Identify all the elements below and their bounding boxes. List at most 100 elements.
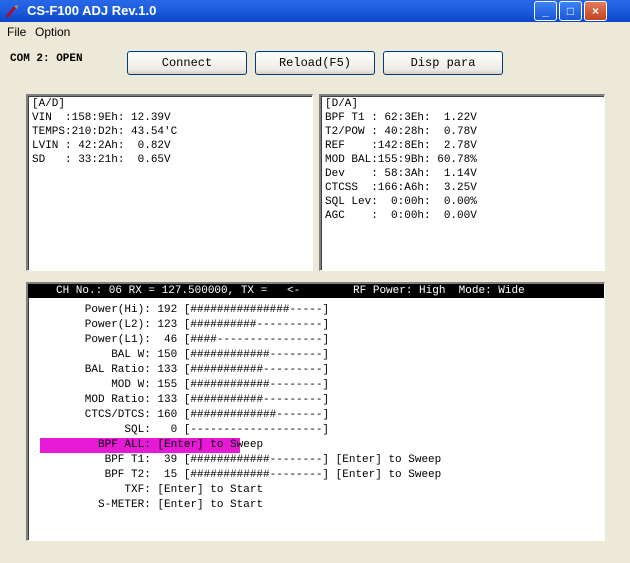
- param-value: 15: [164, 469, 178, 481]
- title-bar[interactable]: CS-F100 ADJ Rev.1.0 _ □ ×: [0, 0, 630, 22]
- param-gap: [177, 469, 184, 481]
- param-label: CTCS/DTCS: [84, 409, 145, 421]
- da-line: [D/A]: [325, 98, 359, 110]
- param-bar: [##########----------]: [183, 319, 330, 331]
- maximize-icon: □: [566, 4, 575, 18]
- param-colon: :: [144, 319, 151, 331]
- param-label: BPF T2: [104, 469, 145, 481]
- param-row[interactable]: TXF: [Enter] to Start: [124, 483, 263, 498]
- ad-line: SD : 33:21h: 0.65V: [32, 154, 171, 166]
- param-row[interactable]: Power(L1): 46 [####----------------]: [85, 333, 329, 348]
- param-row[interactable]: BPF T2: 15 [############--------] [Enter]…: [105, 468, 442, 483]
- da-panel: [D/A] BPF T1 : 62:3Eh: 1.22V T2/POW : 40…: [319, 94, 605, 271]
- param-gap: [177, 424, 184, 436]
- param-row[interactable]: SQL: 0 [--------------------]: [124, 423, 329, 438]
- minimize-icon: _: [542, 4, 549, 18]
- close-button[interactable]: ×: [584, 1, 607, 21]
- param-label: BAL Ratio: [84, 364, 145, 376]
- param-colon: :: [144, 304, 151, 316]
- param-label: BPF ALL: [98, 439, 145, 451]
- param-bar: [############--------]: [183, 379, 330, 391]
- da-line: BPF T1 : 62:3Eh: 1.22V: [325, 112, 477, 124]
- param-bar: [############--------] [Enter] to Sweep: [183, 454, 442, 466]
- param-colon: :: [144, 334, 151, 346]
- param-bar: [###############-----]: [183, 304, 330, 316]
- param-colon: :: [144, 499, 151, 511]
- param-row[interactable]: S-METER: [Enter] to Start: [98, 498, 263, 513]
- param-value: 150: [157, 349, 178, 361]
- param-gap: [177, 304, 184, 316]
- app-window: CS-F100 ADJ Rev.1.0 _ □ × File Option CO…: [0, 0, 630, 563]
- param-bar: [####----------------]: [183, 334, 330, 346]
- param-colon: :: [144, 379, 151, 391]
- param-gap: [177, 334, 184, 346]
- param-value: 192: [157, 304, 178, 316]
- param-label: TXF: [124, 484, 145, 496]
- param-colon: :: [144, 409, 151, 421]
- ad-line: [A/D]: [32, 98, 66, 110]
- param-row[interactable]: MOD Ratio: 133 [###########---------]: [85, 393, 329, 408]
- minimize-button[interactable]: _: [534, 1, 557, 21]
- param-value: 160: [157, 409, 178, 421]
- param-colon: :: [144, 424, 151, 436]
- maximize-button[interactable]: □: [559, 1, 582, 21]
- param-row[interactable]: CTCS/DTCS: 160 [#############-------]: [85, 408, 329, 423]
- param-row[interactable]: MOD W: 155 [############--------]: [111, 378, 329, 393]
- param-label: MOD W: [111, 379, 145, 391]
- adjust-panel: CH No.: 06 RX = 127.500000, TX = <- RF P…: [26, 282, 605, 541]
- param-gap: [177, 454, 184, 466]
- param-colon: :: [144, 364, 151, 376]
- param-gap: [177, 409, 184, 421]
- da-line: MOD BAL:155:9Bh: 60.78%: [325, 154, 477, 166]
- param-label: Power(L2): [84, 319, 145, 331]
- da-line: AGC : 0:00h: 0.00V: [325, 210, 477, 222]
- channel-header: CH No.: 06 RX = 127.500000, TX = <- RF P…: [28, 284, 604, 298]
- param-value: 133: [157, 364, 178, 376]
- param-value: 39: [164, 454, 178, 466]
- menu-option[interactable]: Option: [35, 25, 70, 39]
- param-row[interactable]: BPF T1: 39 [############--------] [Enter]…: [105, 453, 442, 468]
- app-icon: [6, 5, 18, 18]
- param-label: S-METER: [98, 499, 145, 511]
- param-bar: [###########---------]: [183, 394, 330, 406]
- param-row[interactable]: Power(Hi): 192 [###############-----]: [85, 303, 329, 318]
- channel-header-text: CH No.: 06 RX = 127.500000, TX = <- RF P…: [56, 285, 525, 297]
- com-status: COM 2: OPEN: [10, 53, 83, 65]
- param-colon: :: [144, 349, 151, 361]
- param-colon: :: [144, 454, 151, 466]
- param-row[interactable]: BPF ALL: [Enter] to Sweep: [40, 438, 263, 453]
- menu-bar: File Option: [0, 22, 630, 41]
- param-colon: :: [144, 484, 151, 496]
- connect-button[interactable]: Connect: [127, 51, 247, 75]
- disp-para-button[interactable]: Disp para: [383, 51, 503, 75]
- param-gap: [177, 349, 184, 361]
- da-line: T2/POW : 40:28h: 0.78V: [325, 126, 477, 138]
- ad-panel: [A/D] VIN :158:9Eh: 12.39V TEMPS:210:D2h…: [26, 94, 313, 271]
- ad-line: VIN :158:9Eh: 12.39V: [32, 112, 171, 124]
- param-label: BPF T1: [104, 454, 145, 466]
- reload-button[interactable]: Reload(F5): [255, 51, 375, 75]
- param-gap: [177, 394, 184, 406]
- param-label: MOD Ratio: [84, 394, 145, 406]
- da-line: CTCSS :166:A6h: 3.25V: [325, 182, 477, 194]
- param-gap: [177, 379, 184, 391]
- param-value: 123: [157, 319, 178, 331]
- param-label: Power(L1): [84, 334, 145, 346]
- param-label: Power(Hi): [84, 304, 145, 316]
- da-line: Dev : 58:3Ah: 1.14V: [325, 168, 477, 180]
- param-bar: [Enter] to Start: [157, 499, 264, 511]
- param-row[interactable]: BAL W: 150 [############--------]: [111, 348, 329, 363]
- param-row[interactable]: Power(L2): 123 [##########----------]: [85, 318, 329, 333]
- ad-line: TEMPS:210:D2h: 43.54'C: [32, 126, 178, 138]
- param-row[interactable]: BAL Ratio: 133 [###########---------]: [85, 363, 329, 378]
- ad-line: LVIN : 42:2Ah: 0.82V: [32, 140, 171, 152]
- param-value: 46: [164, 334, 178, 346]
- menu-file[interactable]: File: [7, 25, 26, 39]
- param-bar: [--------------------]: [183, 424, 330, 436]
- param-label: SQL: [124, 424, 145, 436]
- da-line: REF :142:8Eh: 2.78V: [325, 140, 477, 152]
- param-bar: [Enter] to Sweep: [157, 439, 264, 451]
- param-bar: [############--------] [Enter] to Sweep: [183, 469, 442, 481]
- param-value: 0: [170, 424, 178, 436]
- param-value: 155: [157, 379, 178, 391]
